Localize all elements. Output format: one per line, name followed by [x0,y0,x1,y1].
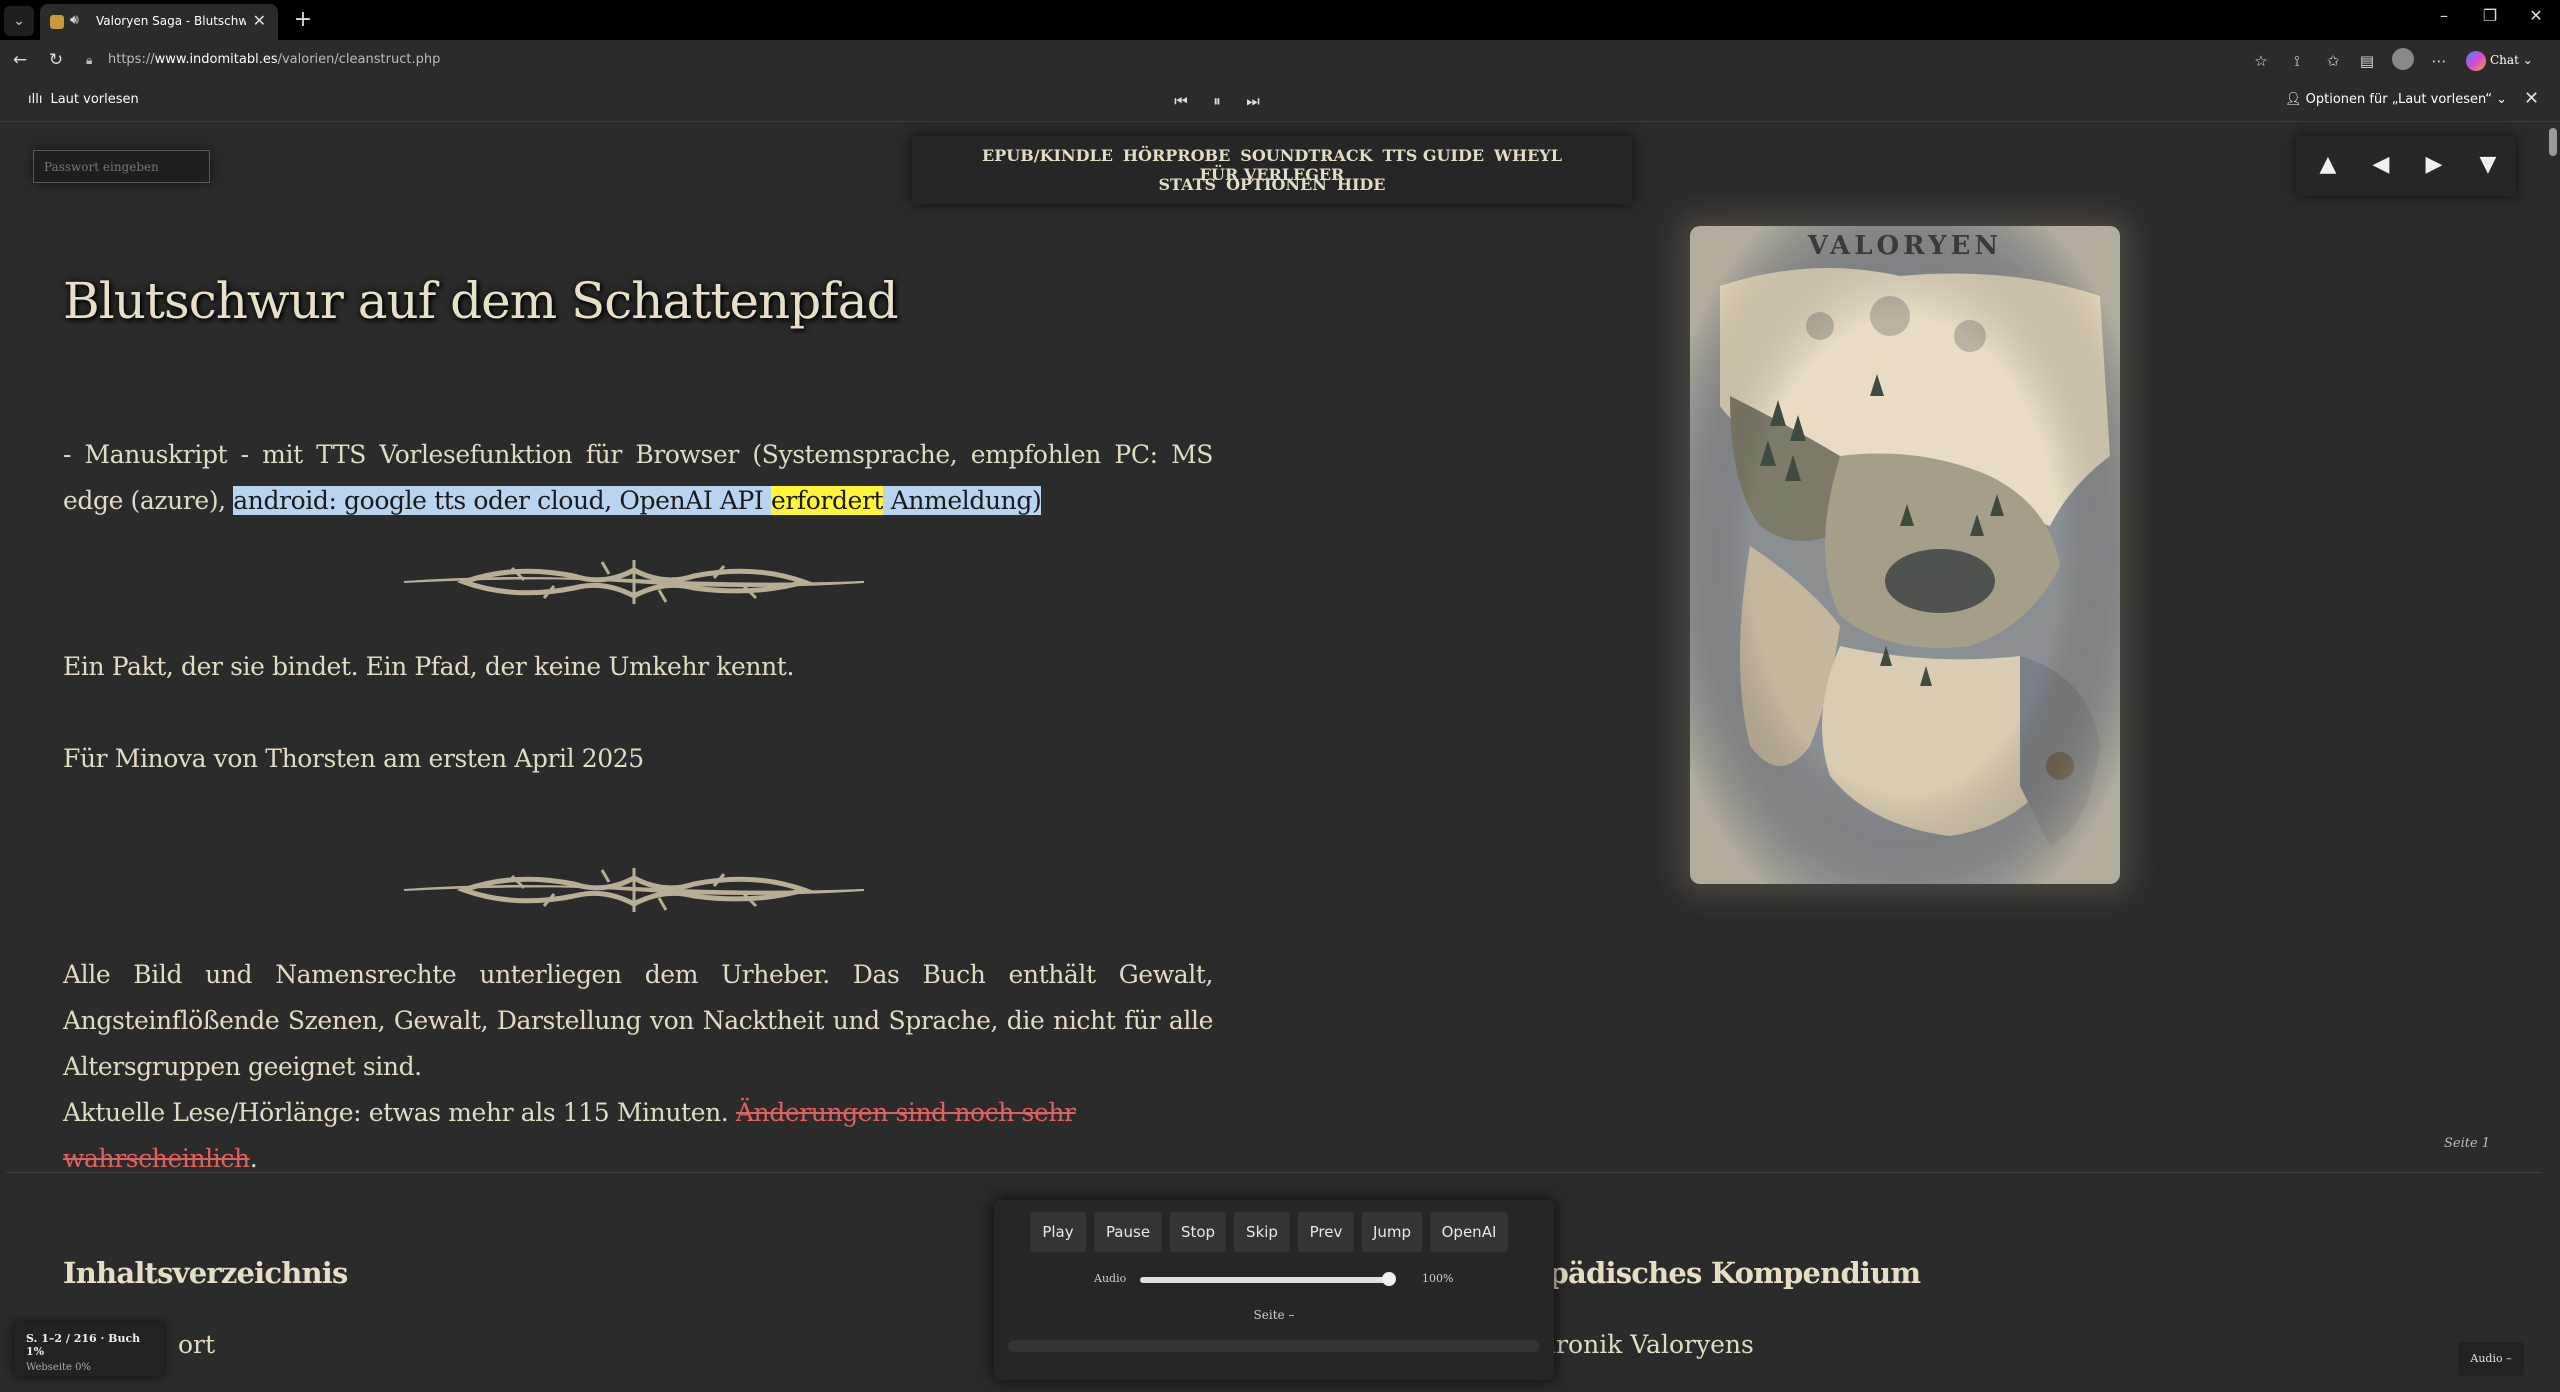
tts-current-word: erfordert [770,486,884,515]
favicon-icon [50,15,64,29]
book-progress: S. 1–2 / 216 · Buch 1% [26,1332,141,1358]
collections-icon[interactable]: ▤ [2356,50,2378,72]
read-aloud-options-label: Optionen für „Laut vorlesen“ [2305,92,2493,107]
arrow-down-button[interactable]: ▼ [2468,152,2508,177]
scrollbar-thumb[interactable] [2549,128,2557,156]
tab-bar: ⌄ 🔊︎ Valoryen Saga - Blutschwur a ✕ + – … [0,0,2560,40]
rights-text: Alle Bild und Namensrechte unterliegen d… [63,960,1213,1081]
struck-note-end: . [249,1144,258,1173]
read-aloud-bar: ıllı Laut vorlesen ⏮ ⏸ ⏭ 👤︎ Optionen für … [0,80,2560,122]
dedication: Für Minova von Thorsten am ersten April … [63,744,644,773]
audio-volume-label: Audio [1094,1272,1127,1285]
address-bar: ← ↻ 🔒︎ https://www.indomitabl.es/valorien… [0,40,2560,80]
section-divider [6,1172,2542,1173]
thorn-divider-bottom [404,868,864,912]
pause-button[interactable]: Pause [1094,1212,1162,1252]
copilot-label: Chat [2490,53,2519,67]
reload-icon[interactable]: ↻ [44,48,68,72]
toc-heading: Inhaltsverzeichnis [63,1256,348,1290]
nav-link-8[interactable]: HIDE [1337,175,1386,194]
player-progress-bar[interactable] [1008,1340,1540,1352]
read-aloud-label: Laut vorlesen [50,92,139,107]
back-icon[interactable]: ← [8,48,32,72]
url-field[interactable]: 🔒︎ https://www.indomitabl.es/valorien/cle… [78,45,2258,75]
rights-paragraph: Alle Bild und Namensrechte unterliegen d… [63,952,1213,1182]
copilot-icon [2466,50,2486,71]
valoryen-map-image: VALORYEN [1690,226,2120,884]
nav-row-2: STATS OPTIONEN HIDE [912,175,1632,204]
tab-list-button[interactable]: ⌄ [4,6,34,36]
play-button[interactable]: Play [1030,1212,1086,1252]
restore-icon[interactable]: ❐ [2470,6,2510,25]
arrow-left-button[interactable]: ◀ [2361,152,2401,177]
nav-link-0[interactable]: EPUB/KINDLE [982,146,1113,165]
volume-slider[interactable] [1140,1277,1392,1283]
webpage-progress: Webseite 0% [26,1362,92,1373]
nav-link-7[interactable]: OPTIONEN [1226,175,1327,194]
volume-percent: 100% [1422,1272,1454,1285]
lock-icon: 🔒︎ [86,53,93,67]
close-tab-icon[interactable]: ✕ [253,11,266,30]
browser-tab[interactable]: 🔊︎ Valoryen Saga - Blutschwur a ✕ [40,4,278,40]
toc-item[interactable]: ort [178,1330,218,1359]
web-page: EPUB/KINDLE HÖRPROBE SOUNDTRACK TTS GUIDE WH… [0,122,2548,1392]
page-navigation-arrows: ▲ ◀ ▶ ▼ [2296,136,2516,196]
arrow-right-button[interactable]: ▶ [2414,152,2454,177]
url-path: /valorien/cleanstruct.php [277,52,441,67]
map-title: VALORYEN [1807,231,2002,261]
nav-link-1[interactable]: HÖRPROBE [1123,146,1230,165]
intro-selected-text: android: google tts oder cloud, OpenAI A… [233,486,771,515]
stop-button[interactable]: Stop [1170,1212,1226,1252]
intro-paragraph: - Manuskript - mit TTS Vorlesefunktion f… [63,432,1213,524]
url-domain: www.indomitabl.es [154,52,278,67]
favorite-star-icon[interactable]: ☆ [2250,50,2272,72]
compendium-heading: opädisches Kompendium [1530,1256,1921,1290]
next-paragraph-icon[interactable]: ⏭ [1242,90,1264,112]
reading-length: Aktuelle Lese/Hörlänge: etwas mehr als 1… [63,1098,736,1127]
page-number-label: Seite 1 [2444,1136,2491,1151]
close-read-aloud-icon[interactable]: ✕ [2524,88,2539,109]
read-aloud-toolbar-icon[interactable]: ⟟ [2286,50,2308,72]
url-prefix: https:// [108,52,155,67]
skip-button[interactable]: Skip [1234,1212,1290,1252]
read-aloud-label-wrap: ıllı Laut vorlesen [28,92,147,107]
jump-button[interactable]: Jump [1362,1212,1422,1252]
pause-icon[interactable]: ⏸ [1206,90,1228,112]
voice-options-icon: 👤︎ [2285,92,2306,107]
speaker-icon[interactable]: 🔊︎ [70,12,79,28]
previous-paragraph-icon[interactable]: ⏮ [1170,90,1192,112]
nav-link-2[interactable]: SOUNDTRACK [1240,146,1372,165]
thorn-divider-top [404,560,864,604]
top-navigation: EPUB/KINDLE HÖRPROBE SOUNDTRACK TTS GUIDE WH… [912,136,1632,204]
more-menu-icon[interactable]: ⋯ [2428,50,2450,72]
intro-selected-text-end: Anmeldung) [883,486,1042,515]
prev-button[interactable]: Prev [1298,1212,1354,1252]
nav-link-3[interactable]: TTS GUIDE [1382,146,1484,165]
window-close-icon[interactable]: ✕ [2516,6,2556,25]
read-aloud-options-button[interactable]: 👤︎ Optionen für „Laut vorlesen“ ⌄ [2285,92,2507,107]
minimize-icon[interactable]: – [2424,6,2464,25]
arrow-up-button[interactable]: ▲ [2308,152,2348,177]
compendium-item[interactable]: hronik Valoryens [1540,1330,1754,1359]
page-scrollbar[interactable] [2548,122,2560,1392]
profile-avatar[interactable] [2392,48,2414,70]
tab-title: Valoryen Saga - Blutschwur a [96,14,246,28]
audio-status-badge[interactable]: Audio – [2458,1342,2524,1376]
new-tab-button[interactable]: + [288,4,318,36]
tts-player: Play Pause Stop Skip Prev Jump OpenAI Au… [994,1200,1554,1380]
nav-link-4[interactable]: WHEYL [1494,146,1562,165]
password-input[interactable] [33,150,210,183]
copilot-chat-button[interactable]: Chat ⌄ [2466,48,2533,72]
nav-row-1: EPUB/KINDLE HÖRPROBE SOUNDTRACK TTS GUIDE WH… [912,146,1632,184]
player-page-indicator: Seite – [1253,1308,1295,1322]
openai-button[interactable]: OpenAI [1430,1212,1508,1252]
nav-link-6[interactable]: STATS [1158,175,1216,194]
favorites-icon[interactable]: ✩ [2322,50,2344,72]
read-aloud-icon: ıllı [28,92,43,107]
tagline: Ein Pakt, der sie bindet. Ein Pfad, der … [63,652,794,681]
volume-slider-knob[interactable] [1382,1272,1396,1286]
book-title: Blutschwur auf dem Schattenpfad [63,272,899,330]
reading-length-line: Aktuelle Lese/Hörlänge: etwas mehr als 1… [63,1090,1213,1182]
reading-status-panel: S. 1–2 / 216 · Buch 1% Webseite 0% [14,1322,164,1376]
